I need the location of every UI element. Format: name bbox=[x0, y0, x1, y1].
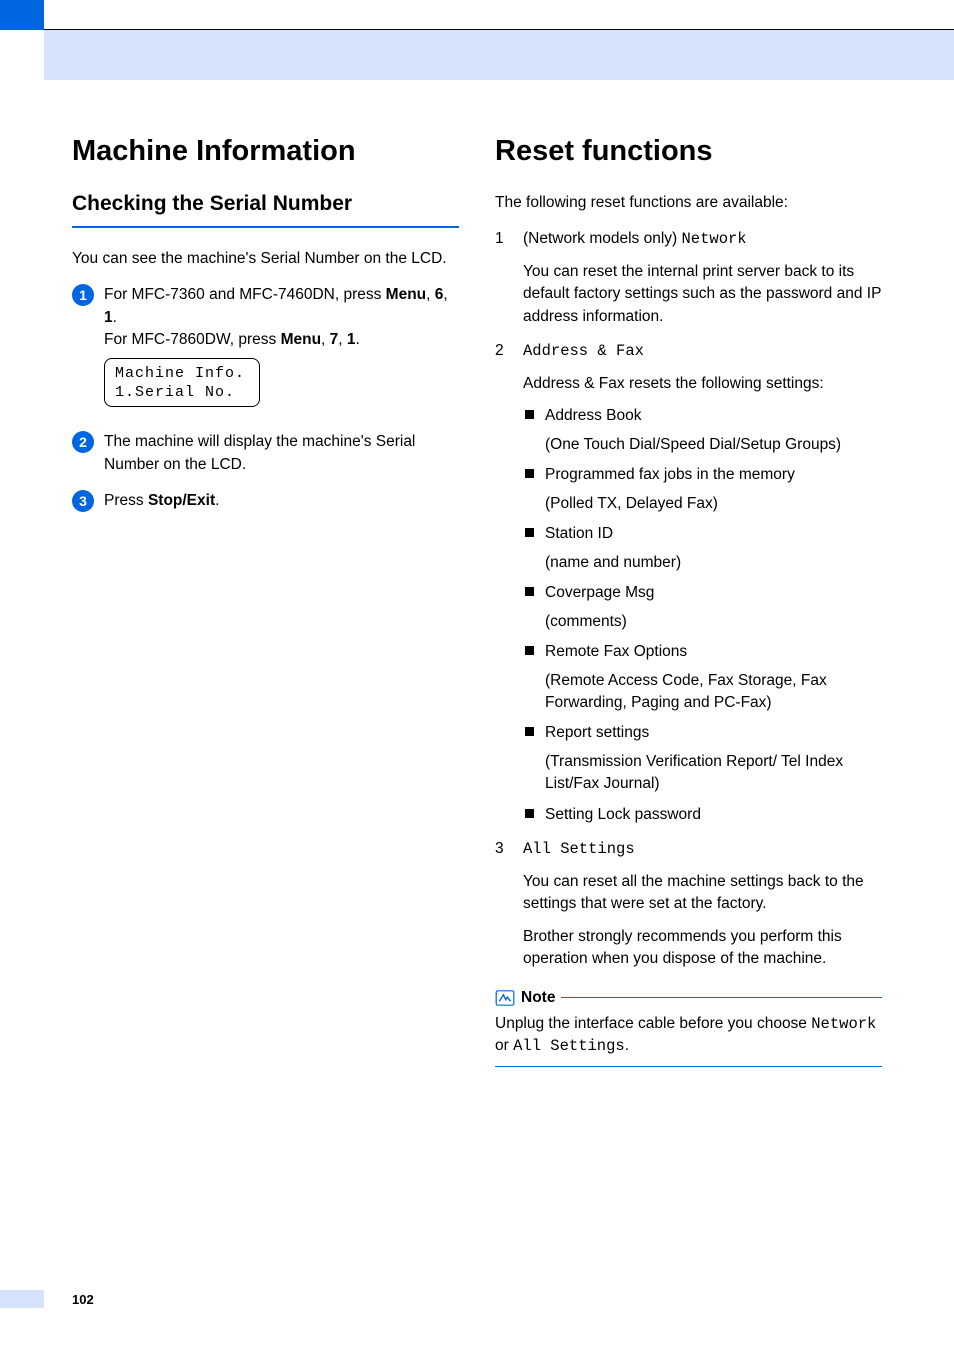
note-end-rule bbox=[495, 1066, 882, 1068]
reset-item-all-lead: All Settings bbox=[523, 838, 882, 860]
step-2-body: The machine will display the machine's S… bbox=[104, 431, 459, 476]
bullet-station-id: Station ID (name and number) bbox=[545, 523, 882, 574]
step1-text-a: For MFC-7360 and MFC-7460DN, press bbox=[104, 286, 386, 303]
lcd-display: Machine Info. 1.Serial No. bbox=[104, 358, 260, 408]
bullet-report-settings: Report settings (Transmission Verificati… bbox=[545, 722, 882, 795]
heading-checking-serial-number: Checking the Serial Number bbox=[72, 192, 459, 216]
stop-exit-bold: Stop/Exit bbox=[148, 492, 215, 509]
footer: 102 bbox=[0, 1290, 94, 1308]
page: Machine Information Checking the Serial … bbox=[0, 0, 954, 1348]
heading-reset-functions: Reset functions bbox=[495, 135, 882, 168]
side-tab bbox=[0, 0, 44, 30]
reset-item-address-fax: Address & Fax Address & Fax resets the f… bbox=[495, 340, 882, 826]
note-label: Note bbox=[521, 989, 555, 1007]
reset-intro: The following reset functions are availa… bbox=[495, 192, 882, 214]
note-box: Note Unplug the interface cable before y… bbox=[495, 989, 882, 1067]
reset-list: (Network models only) Network You can re… bbox=[495, 228, 882, 970]
note-head-rule bbox=[561, 997, 882, 999]
bullet-setting-lock-password: Setting Lock password bbox=[545, 804, 882, 826]
step-3-body: Press Stop/Exit. bbox=[104, 490, 459, 512]
step-1: 1 For MFC-7360 and MFC-7460DN, press Men… bbox=[72, 284, 459, 417]
bullet-coverpage: Coverpage Msg (comments) bbox=[545, 582, 882, 633]
footer-bar bbox=[0, 1290, 44, 1308]
step-2: 2 The machine will display the machine's… bbox=[72, 431, 459, 476]
bullet-programmed-fax: Programmed fax jobs in the memory (Polle… bbox=[545, 464, 882, 515]
bullet-address-book: Address Book (One Touch Dial/Speed Dial/… bbox=[545, 405, 882, 456]
reset-item-addressfax-lead: Address & Fax bbox=[523, 340, 882, 362]
heading-machine-information: Machine Information bbox=[72, 135, 459, 168]
step-badge-1: 1 bbox=[72, 284, 94, 306]
heading-rule bbox=[72, 226, 459, 228]
right-column: Reset functions The following reset func… bbox=[495, 135, 882, 1067]
reset-item-all-desc1: You can reset all the machine settings b… bbox=[523, 871, 882, 916]
intro-serial: You can see the machine's Serial Number … bbox=[72, 248, 459, 270]
bullet-remote-fax-options: Remote Fax Options (Remote Access Code, … bbox=[545, 641, 882, 714]
reset-item-network-desc: You can reset the internal print server … bbox=[523, 261, 882, 328]
reset-item-network: (Network models only) Network You can re… bbox=[495, 228, 882, 328]
step1-text-b: For MFC-7860DW, press bbox=[104, 331, 281, 348]
step-1-body: For MFC-7360 and MFC-7460DN, press Menu,… bbox=[104, 284, 459, 417]
left-column: Machine Information Checking the Serial … bbox=[72, 135, 459, 1067]
step-3: 3 Press Stop/Exit. bbox=[72, 490, 459, 512]
note-body: Unplug the interface cable before you ch… bbox=[495, 1013, 882, 1066]
addressfax-bullets: Address Book (One Touch Dial/Speed Dial/… bbox=[523, 405, 882, 826]
header-band bbox=[44, 30, 954, 80]
page-number: 102 bbox=[44, 1292, 94, 1307]
content: Machine Information Checking the Serial … bbox=[72, 135, 882, 1067]
note-icon bbox=[495, 990, 515, 1006]
reset-item-all-settings: All Settings You can reset all the machi… bbox=[495, 838, 882, 970]
step-badge-3: 3 bbox=[72, 490, 94, 512]
reset-item-addressfax-desc: Address & Fax resets the following setti… bbox=[523, 373, 882, 395]
step-badge-2: 2 bbox=[72, 431, 94, 453]
note-head: Note bbox=[495, 989, 882, 1007]
menu-bold: Menu bbox=[386, 286, 426, 303]
reset-item-all-desc2: Brother strongly recommends you perform … bbox=[523, 926, 882, 971]
reset-item-network-lead: (Network models only) Network bbox=[523, 228, 882, 250]
